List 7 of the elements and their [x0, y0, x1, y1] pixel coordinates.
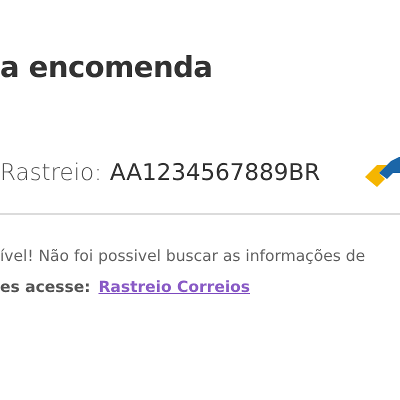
tracking-code: AA1234567889BR — [110, 158, 320, 188]
hint-text: es acesse: — [0, 277, 90, 298]
logo-icon — [365, 156, 400, 189]
tracking-link[interactable]: Rastreio Correios — [98, 276, 250, 300]
page-title: a encomenda — [0, 50, 214, 85]
error-message: ível! Não foi possivel buscar as informações de — [0, 246, 366, 267]
tracking-label: Rastreio: — [0, 158, 102, 188]
